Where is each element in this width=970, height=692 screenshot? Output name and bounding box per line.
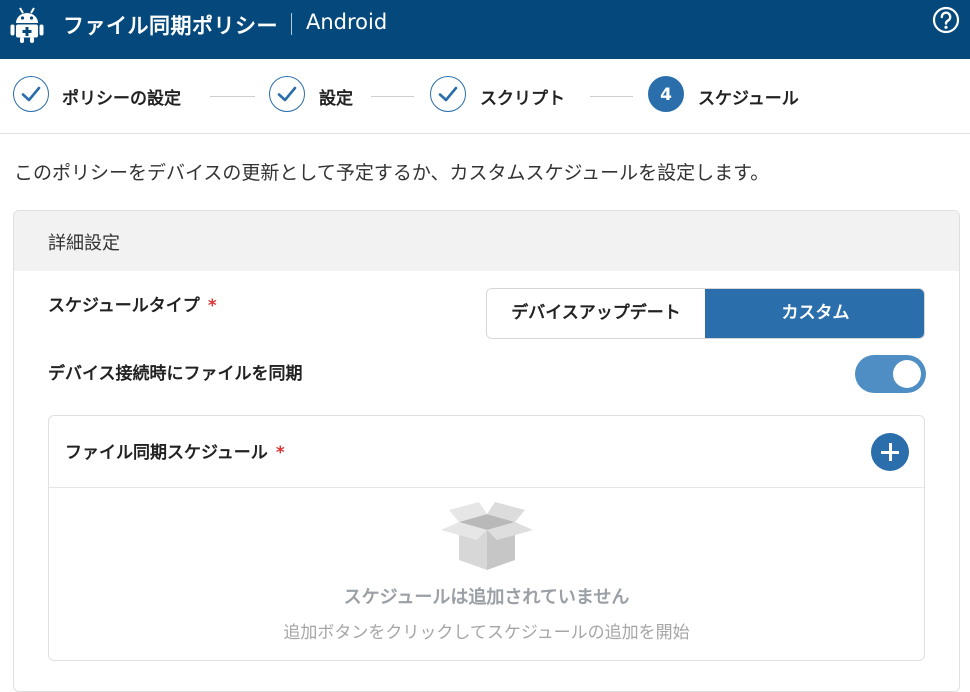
help-icon[interactable] [932,6,960,34]
page-title: ファイル同期ポリシー [63,14,278,38]
step-4-label[interactable]: スケジュール [698,84,799,109]
step-connector [210,96,255,97]
empty-box-icon [441,502,533,570]
schedule-type-selector: デバイスアップデート カスタム [486,288,925,339]
sync-on-connect-toggle[interactable] [855,355,926,393]
platform-label: Android [306,10,388,34]
step-3-check-icon[interactable] [430,76,466,112]
step-connector [371,96,414,97]
file-sync-schedule-card: ファイル同期スケジュール * スケジュールは追加されていません 追加ボタンをクリッ… [48,415,925,661]
android-icon [10,7,44,43]
required-mark: * [275,443,285,463]
required-mark: * [207,296,217,316]
toggle-knob [893,360,921,388]
sync-on-connect-label: デバイス接続時にファイルを同期 [48,364,303,384]
schedule-type-device-update-option[interactable]: デバイスアップデート [487,289,705,338]
step-1-check-icon[interactable] [13,76,49,112]
schedule-type-label: スケジュールタイプ * [48,291,217,316]
app-header: ファイル同期ポリシー Android [0,0,970,59]
step-3-label[interactable]: スクリプト [480,84,565,109]
empty-state-hint: 追加ボタンをクリックしてスケジュールの追加を開始 [283,623,690,643]
step-2-label[interactable]: 設定 [319,84,353,109]
file-sync-schedule-label-text: ファイル同期スケジュール [65,443,268,463]
step-1-label[interactable]: ポリシーの設定 [62,84,181,109]
schedule-type-custom-option[interactable]: カスタム [705,289,924,338]
title-divider [291,13,292,35]
empty-state-title: スケジュールは追加されていません [343,587,630,608]
panel-title: 詳細設定 [48,233,120,254]
schedule-type-label-text: スケジュールタイプ [48,296,200,316]
schedule-card-header: ファイル同期スケジュール * [49,416,924,488]
step-4-number[interactable]: 4 [648,76,684,112]
step-connector [590,96,633,97]
step-2-check-icon[interactable] [269,76,305,112]
add-schedule-button[interactable] [871,433,909,471]
panel-header: 詳細設定 [14,211,959,271]
page-description: このポリシーをデバイスの更新として予定するか、カスタムスケジュールを設定します。 [14,162,770,184]
file-sync-schedule-label: ファイル同期スケジュール * [65,438,285,463]
wizard-stepper: ポリシーの設定 設定 スクリプト 4 スケジュール [0,59,970,134]
advanced-settings-panel: 詳細設定 スケジュールタイプ * デバイスアップデート カスタム デバイス接続時に… [13,210,960,692]
